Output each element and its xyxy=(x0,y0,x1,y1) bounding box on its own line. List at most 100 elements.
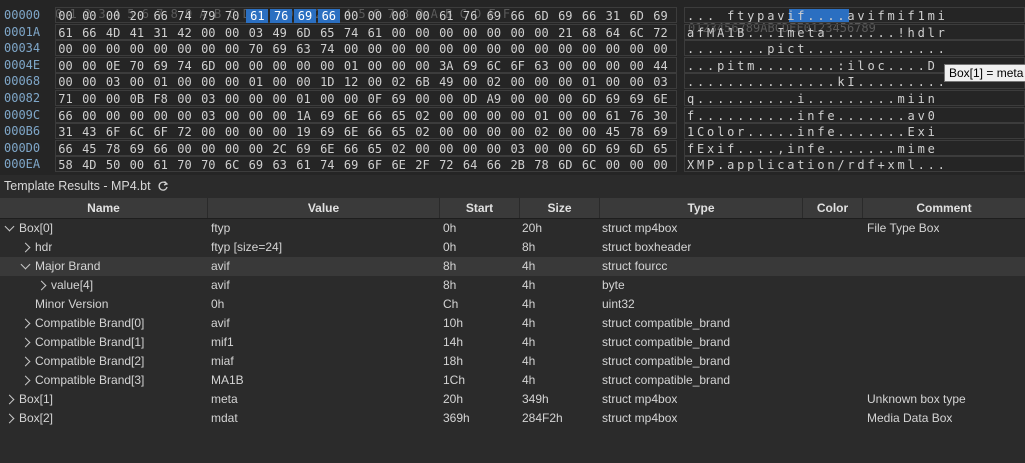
hex-byte[interactable]: 6F xyxy=(151,125,170,139)
chevron-right-icon[interactable] xyxy=(36,280,47,291)
hex-byte[interactable]: 61 xyxy=(603,109,622,123)
hex-byte[interactable]: 69 xyxy=(627,92,646,106)
hex-bytes[interactable]: 00 00 00 20 66 74 79 70 61 76 69 66 00 00 00 00 61 76 69 66… xyxy=(55,7,677,23)
chevron-down-icon[interactable] xyxy=(20,259,31,270)
hex-byte[interactable]: 2C xyxy=(270,142,289,156)
hex-byte[interactable]: 03 xyxy=(246,26,265,40)
results-table[interactable]: Box[0] ftyp 0h 20h struct mp4box File Type Bo… xyxy=(0,219,1025,428)
hex-byte[interactable]: 61 xyxy=(246,9,269,23)
hex-byte[interactable]: 79 xyxy=(199,9,218,23)
hex-byte[interactable]: 00 xyxy=(651,158,670,172)
hex-byte[interactable]: 70 xyxy=(223,9,242,23)
hex-byte[interactable]: 00 xyxy=(270,75,289,89)
hex-byte[interactable]: 69 xyxy=(151,59,170,73)
hex-row[interactable]: 00034 00 00 00 00 00 00 00 00 70 69 63 74 00 00 00 00 00 0… xyxy=(0,40,1025,57)
hex-byte[interactable]: 00 xyxy=(603,158,622,172)
hex-byte[interactable]: 00 xyxy=(342,9,361,23)
hex-byte[interactable]: 00 xyxy=(127,75,146,89)
hex-byte[interactable]: 03 xyxy=(199,109,218,123)
chevron-right-icon[interactable] xyxy=(4,394,15,405)
hex-bytes[interactable]: 66 45 78 69 66 00 00 00 00 2C 69 6E 66 65 02 00 00 00 00 03… xyxy=(55,139,677,156)
hex-byte[interactable]: 00 xyxy=(556,59,575,73)
hex-byte[interactable]: 69 xyxy=(603,142,622,156)
hex-byte[interactable]: 6D xyxy=(294,26,313,40)
hex-bytes[interactable]: 00 00 00 00 00 00 00 00 70 69 63 74 00 00 00 00 00 00 00 00… xyxy=(55,40,677,57)
hex-byte[interactable]: 00 xyxy=(627,42,646,56)
hex-byte[interactable]: 43 xyxy=(80,125,99,139)
table-row[interactable]: Major Brand avif 8h 4h struct fourcc xyxy=(0,257,1025,276)
hex-byte[interactable]: 12 xyxy=(342,75,361,89)
hex-byte[interactable]: 69 xyxy=(603,92,622,106)
hex-byte[interactable]: 19 xyxy=(294,125,313,139)
hex-byte[interactable]: 00 xyxy=(175,75,194,89)
hex-byte[interactable]: 00 xyxy=(80,59,99,73)
table-row[interactable]: Box[2] mdat 369h 284F2h struct mp4box Media D… xyxy=(0,409,1025,428)
hex-byte[interactable]: 00 xyxy=(80,9,99,23)
hex-ascii[interactable]: ... ftypavif....avifmif1mi xyxy=(684,7,1025,23)
chevron-right-icon[interactable] xyxy=(20,337,31,348)
hex-byte[interactable]: 66 xyxy=(484,158,503,172)
hex-byte[interactable]: 00 xyxy=(556,125,575,139)
hex-byte[interactable]: 42 xyxy=(175,26,194,40)
hex-byte[interactable]: 00 xyxy=(484,26,503,40)
hex-byte[interactable]: 31 xyxy=(151,26,170,40)
hex-byte[interactable]: 00 xyxy=(223,59,242,73)
hex-byte[interactable]: 68 xyxy=(580,26,599,40)
hex-byte[interactable]: 65 xyxy=(651,142,670,156)
hex-byte[interactable]: 00 xyxy=(56,59,75,73)
hex-byte[interactable]: 2F xyxy=(413,158,432,172)
hex-row[interactable]: 00068 00 00 03 00 01 00 00 00 01 00 00 1D 12 00 02 6B 49 0… xyxy=(0,73,1025,90)
hex-byte[interactable]: 78 xyxy=(627,125,646,139)
hex-byte[interactable]: 00 xyxy=(627,75,646,89)
hex-byte[interactable]: 61 xyxy=(437,9,456,23)
hex-byte[interactable]: 01 xyxy=(580,75,599,89)
chevron-right-icon[interactable] xyxy=(20,356,31,367)
hex-bytes[interactable]: 00 00 0E 70 69 74 6D 00 00 00 00 00 01 00 00 00 3A 69 6C 6F… xyxy=(55,56,677,73)
hex-byte[interactable]: 00 xyxy=(151,42,170,56)
hex-byte[interactable]: 20 xyxy=(127,9,146,23)
hex-byte[interactable]: 00 xyxy=(127,109,146,123)
hex-byte[interactable]: 00 xyxy=(532,42,551,56)
hex-byte[interactable]: 00 xyxy=(151,109,170,123)
hex-byte[interactable]: 6F xyxy=(508,59,527,73)
hex-byte[interactable]: 78 xyxy=(104,142,123,156)
hex-byte[interactable]: 6E xyxy=(342,109,361,123)
table-row[interactable]: Box[0] ftyp 0h 20h struct mp4box File Type Bo… xyxy=(0,219,1025,238)
hex-byte[interactable]: A9 xyxy=(484,92,503,106)
hex-byte[interactable]: 00 xyxy=(556,75,575,89)
hex-byte[interactable]: 03 xyxy=(104,75,123,89)
hex-byte[interactable]: 63 xyxy=(270,158,289,172)
hex-byte[interactable]: 74 xyxy=(342,26,361,40)
hex-byte[interactable]: 00 xyxy=(80,75,99,89)
hex-byte[interactable]: 76 xyxy=(627,109,646,123)
hex-byte[interactable]: 00 xyxy=(199,42,218,56)
hex-byte[interactable]: 00 xyxy=(437,42,456,56)
table-row[interactable]: Compatible Brand[2] miaf 18h 4h struct compa… xyxy=(0,352,1025,371)
chevron-right-icon[interactable] xyxy=(20,242,31,253)
hex-byte[interactable]: 69 xyxy=(127,142,146,156)
hex-row[interactable]: 0001A 61 66 4D 41 31 42 00 00 03 49 6D 65 74 61 00 00 00 0… xyxy=(0,23,1025,41)
hex-byte[interactable]: 00 xyxy=(508,109,527,123)
hex-byte[interactable]: 00 xyxy=(365,42,384,56)
hex-byte[interactable]: 00 xyxy=(270,109,289,123)
hex-byte[interactable]: 00 xyxy=(175,142,194,156)
hex-byte[interactable]: 69 xyxy=(651,125,670,139)
hex-bytes[interactable]: 66 00 00 00 00 00 03 00 00 00 1A 69 6E 66 65 02 00 00 00 00… xyxy=(55,106,677,123)
hex-byte[interactable]: 03 xyxy=(651,75,670,89)
hex-byte[interactable]: 76 xyxy=(461,9,480,23)
hex-byte[interactable]: 00 xyxy=(580,109,599,123)
hex-byte[interactable]: 00 xyxy=(294,75,313,89)
hex-byte[interactable]: 00 xyxy=(484,125,503,139)
hex-byte[interactable]: 00 xyxy=(199,75,218,89)
hex-view[interactable]: 0 1 2 3 4 5 6 7 8 9 A B C D E F 0 1 2 3 … xyxy=(0,0,1025,175)
hex-byte[interactable]: 00 xyxy=(532,142,551,156)
hex-byte[interactable]: 69 xyxy=(461,59,480,73)
hex-row[interactable]: 000D0 66 45 78 69 66 00 00 00 00 2C 69 6E 66 65 02 00 00 0… xyxy=(0,139,1025,157)
hex-byte[interactable]: 72 xyxy=(437,158,456,172)
hex-byte[interactable]: 44 xyxy=(651,59,670,73)
hex-byte[interactable]: 00 xyxy=(270,125,289,139)
hex-byte[interactable]: 02 xyxy=(413,109,432,123)
hex-byte[interactable]: 00 xyxy=(603,42,622,56)
hex-byte[interactable]: 00 xyxy=(461,125,480,139)
hex-byte[interactable]: F8 xyxy=(151,92,170,106)
